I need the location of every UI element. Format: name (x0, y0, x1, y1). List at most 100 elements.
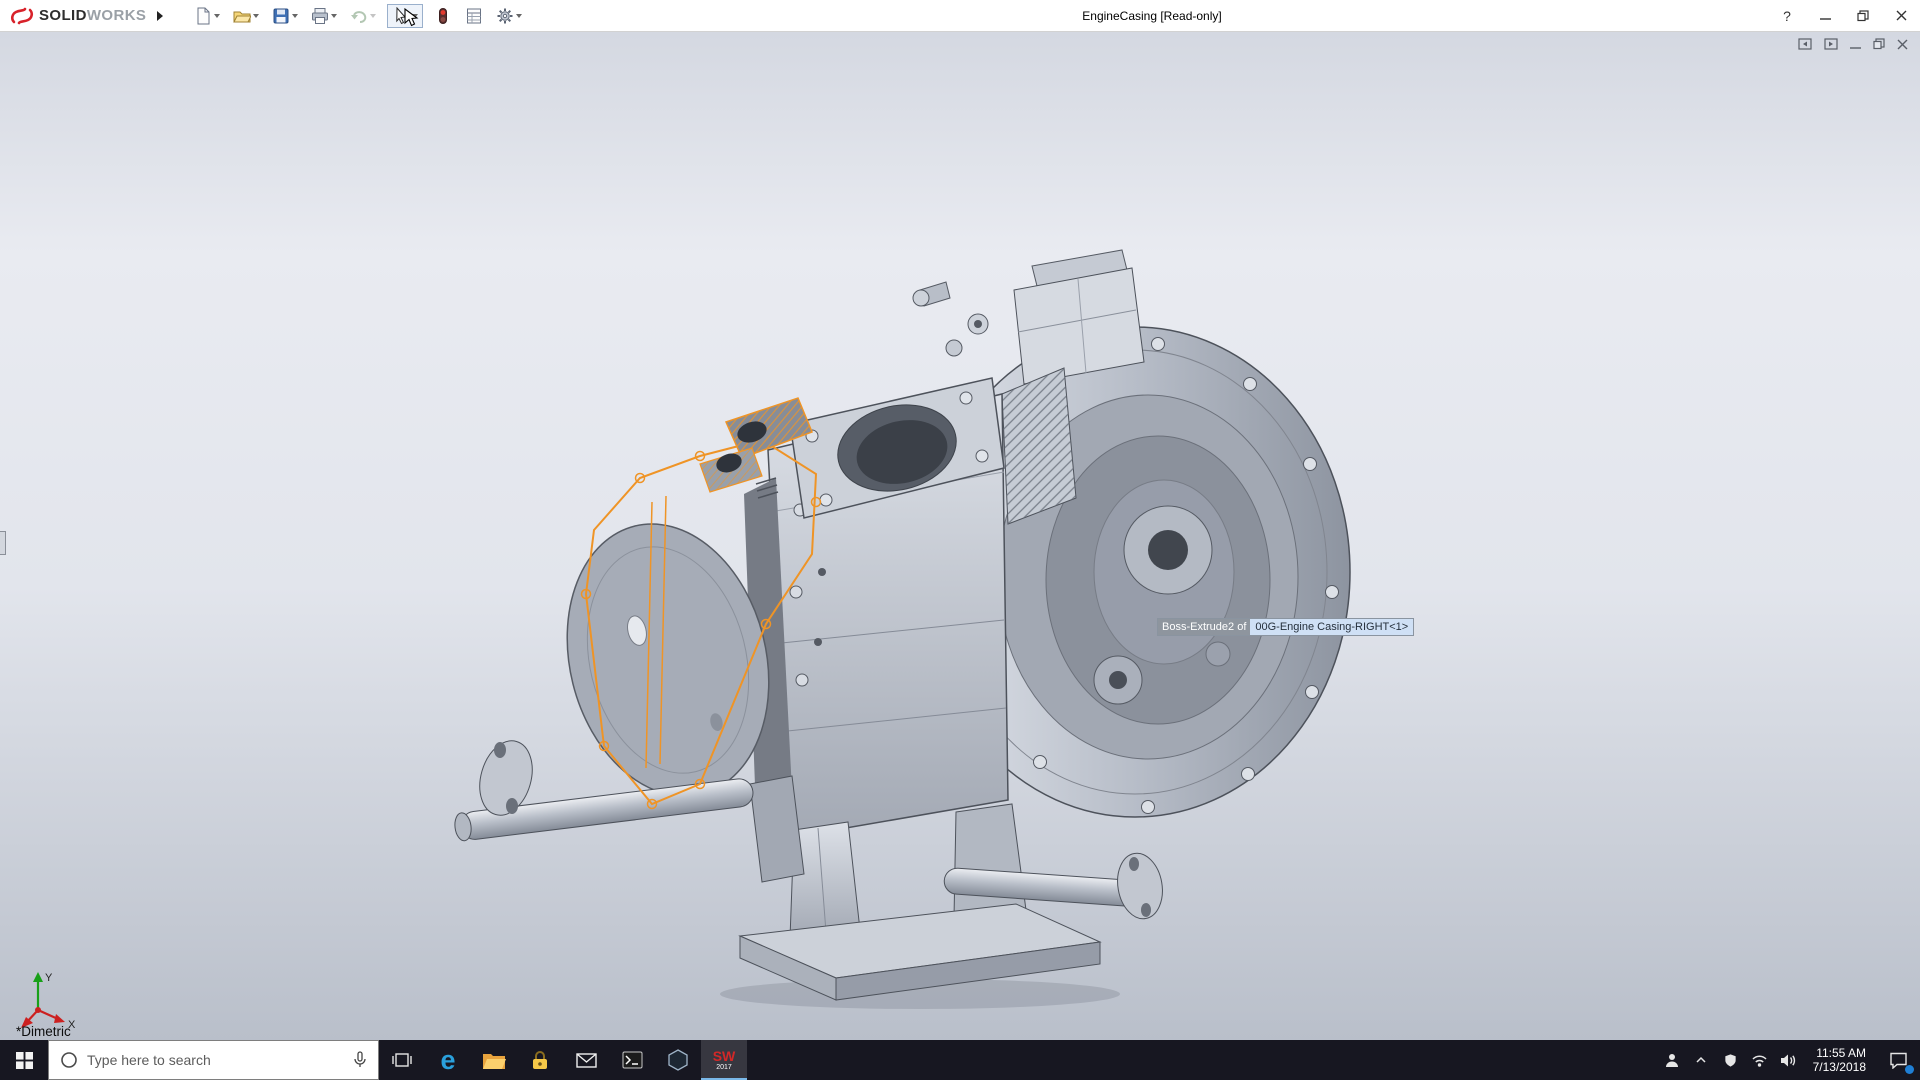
microphone-icon[interactable] (353, 1051, 367, 1069)
rebuild-button[interactable] (432, 5, 454, 27)
mail-icon (576, 1053, 597, 1068)
menu-flyout-arrow[interactable] (150, 4, 170, 28)
titlebar: SOLIDWORKS (0, 0, 1920, 32)
tray-network-button[interactable] (1745, 1040, 1774, 1080)
view-orientation-label: *Dimetric (16, 1024, 71, 1039)
flyout-triangle-icon (156, 10, 164, 22)
action-center-button[interactable] (1876, 1040, 1920, 1080)
rebuild-stoplight-icon (434, 7, 452, 25)
properties-sheet-icon (465, 7, 483, 25)
solidworks-abbr: SW (713, 1049, 736, 1063)
screen: SOLIDWORKS (0, 0, 1920, 1080)
task-view-button[interactable] (379, 1040, 425, 1080)
taskbar-app-edge[interactable]: e (425, 1040, 471, 1080)
taskbar-search[interactable] (48, 1040, 379, 1080)
chevron-down-icon (412, 14, 418, 18)
notification-badge (1905, 1065, 1914, 1074)
doc-restore-button[interactable] (1873, 38, 1885, 50)
windows-logo-icon (16, 1052, 33, 1069)
system-tray: 11:55 AM 7/13/2018 (1658, 1040, 1920, 1080)
taskbar-app-solidworks[interactable]: SW 2017 (701, 1040, 747, 1080)
options-gear-icon (496, 7, 514, 25)
tray-volume-button[interactable] (1774, 1040, 1803, 1080)
doc-close-button[interactable] (1897, 39, 1908, 50)
maximize-restore-button[interactable] (1844, 0, 1882, 31)
tray-hidden-icons-button[interactable] (1687, 1040, 1716, 1080)
chevron-down-icon (253, 14, 259, 18)
section-cut-face[interactable] (1002, 368, 1076, 524)
taskbar-clock[interactable]: 11:55 AM 7/13/2018 (1803, 1040, 1876, 1080)
search-input[interactable] (87, 1052, 344, 1068)
document-window-controls (1798, 38, 1908, 50)
open-document-button[interactable] (231, 5, 261, 27)
pane-left-icon (1798, 38, 1812, 50)
brand-text: SOLIDWORKS (39, 7, 146, 24)
window-title: EngineCasing [Read-only] (1082, 9, 1221, 23)
hexagon-app-icon (668, 1049, 688, 1071)
pane-right-button[interactable] (1824, 38, 1838, 50)
taskbar-app-hexagon[interactable] (655, 1040, 701, 1080)
panel-collapse-handle[interactable] (0, 531, 6, 555)
clock-time: 11:55 AM (1816, 1046, 1866, 1060)
people-icon (1664, 1052, 1680, 1068)
task-view-icon (392, 1051, 412, 1069)
chevron-down-icon (292, 14, 298, 18)
engine-casing-model[interactable] (0, 32, 1920, 1040)
select-tool-button[interactable] (387, 4, 423, 28)
options-button[interactable] (494, 5, 524, 27)
top-housing-box[interactable] (913, 250, 1144, 384)
triad-y-label: Y (45, 972, 53, 984)
tray-people-button[interactable] (1658, 1040, 1687, 1080)
action-center-icon (1889, 1052, 1908, 1069)
tooltip-feature: Boss-Extrude2 of (1158, 619, 1250, 635)
restore-icon (1857, 10, 1869, 22)
main-toolbar (192, 4, 524, 28)
taskbar-app-mail[interactable] (563, 1040, 609, 1080)
solidworks-app-icon: SW 2017 (713, 1049, 736, 1071)
undo-arrow-icon (350, 7, 368, 25)
undo-button[interactable] (348, 5, 378, 27)
doc-minimize-button[interactable] (1850, 39, 1861, 50)
close-button[interactable] (1882, 0, 1920, 31)
pane-right-icon (1824, 38, 1838, 50)
new-document-button[interactable] (192, 5, 222, 27)
lock-app-icon (529, 1050, 551, 1070)
save-floppy-icon (272, 7, 290, 25)
printer-icon (311, 7, 329, 25)
dassault-ds-icon (10, 6, 34, 26)
file-explorer-icon (482, 1051, 506, 1070)
solidworks-logo: SOLIDWORKS (0, 6, 150, 26)
doc-restore-icon (1873, 38, 1885, 50)
selection-tooltip: Boss-Extrude2 of 00G-Engine Casing-RIGHT… (1157, 618, 1414, 636)
cortana-icon (60, 1051, 78, 1069)
network-wifi-icon (1751, 1053, 1768, 1068)
taskbar: e (0, 1040, 1920, 1080)
doc-close-icon (1897, 39, 1908, 50)
file-properties-button[interactable] (463, 5, 485, 27)
doc-minimize-icon (1850, 39, 1861, 50)
chevron-down-icon (214, 14, 220, 18)
chevron-down-icon (370, 14, 376, 18)
minimize-button[interactable] (1806, 0, 1844, 31)
coordinate-triad: Y X (20, 968, 84, 1030)
volume-icon (1780, 1053, 1797, 1068)
command-prompt-icon (622, 1051, 643, 1069)
pane-left-button[interactable] (1798, 38, 1812, 50)
brand-solid: SOLID (39, 7, 87, 24)
print-button[interactable] (309, 5, 339, 27)
tooltip-component: 00G-Engine Casing-RIGHT<1> (1250, 619, 1413, 635)
tray-defender-button[interactable] (1716, 1040, 1745, 1080)
taskbar-app-command-prompt[interactable] (609, 1040, 655, 1080)
help-button[interactable]: ? (1768, 0, 1806, 31)
graphics-viewport[interactable]: Boss-Extrude2 of 00G-Engine Casing-RIGHT… (0, 32, 1920, 1040)
chevron-down-icon (516, 14, 522, 18)
start-button[interactable] (0, 1040, 48, 1080)
chevron-up-icon (1694, 1054, 1708, 1066)
new-document-icon (194, 7, 212, 25)
select-cursor-icon (392, 7, 410, 25)
save-button[interactable] (270, 5, 300, 27)
window-controls: ? (1768, 0, 1920, 31)
taskbar-app-lock[interactable] (517, 1040, 563, 1080)
taskbar-app-file-explorer[interactable] (471, 1040, 517, 1080)
chevron-down-icon (331, 14, 337, 18)
